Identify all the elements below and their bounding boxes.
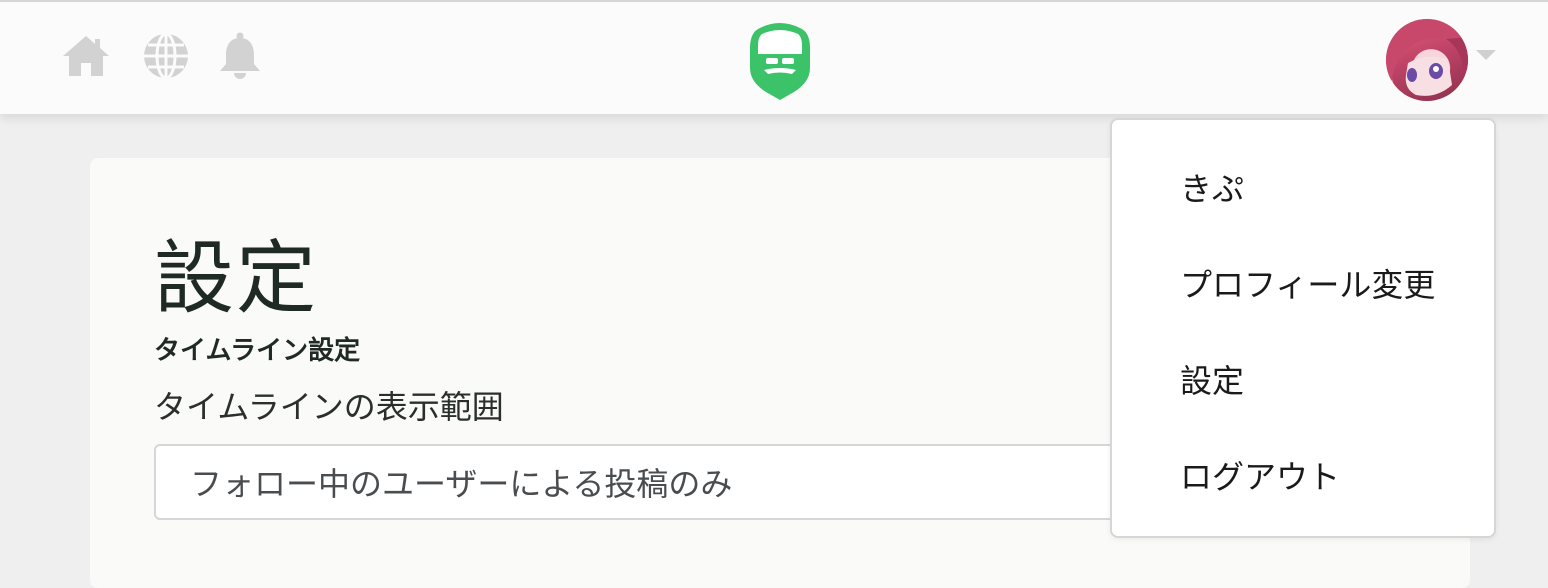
user-avatar[interactable]	[1386, 19, 1468, 101]
page-title: 設定	[154, 232, 318, 325]
section-heading: タイムライン設定	[154, 336, 361, 366]
timeline-scope-select[interactable]: フォロー中のユーザーによる投稿のみ	[154, 444, 1154, 520]
select-value: フォロー中のユーザーによる投稿のみ	[190, 465, 733, 503]
menu-item-settings[interactable]: 設定	[1180, 356, 1244, 402]
bearded-mask-logo[interactable]	[746, 20, 814, 100]
globe-icon[interactable]	[140, 30, 192, 82]
user-dropdown-menu: きぷ プロフィール変更 設定 ログアウト	[1110, 118, 1496, 538]
chevron-down-icon[interactable]	[1476, 50, 1496, 60]
home-icon[interactable]	[60, 30, 112, 82]
bell-icon[interactable]	[214, 30, 266, 82]
timeline-scope-label: タイムラインの表示範囲	[154, 388, 504, 426]
top-navbar	[0, 0, 1548, 114]
menu-item-username[interactable]: きぷ	[1180, 164, 1244, 210]
menu-item-edit-profile[interactable]: プロフィール変更	[1180, 260, 1435, 306]
menu-item-logout[interactable]: ログアウト	[1180, 452, 1340, 498]
